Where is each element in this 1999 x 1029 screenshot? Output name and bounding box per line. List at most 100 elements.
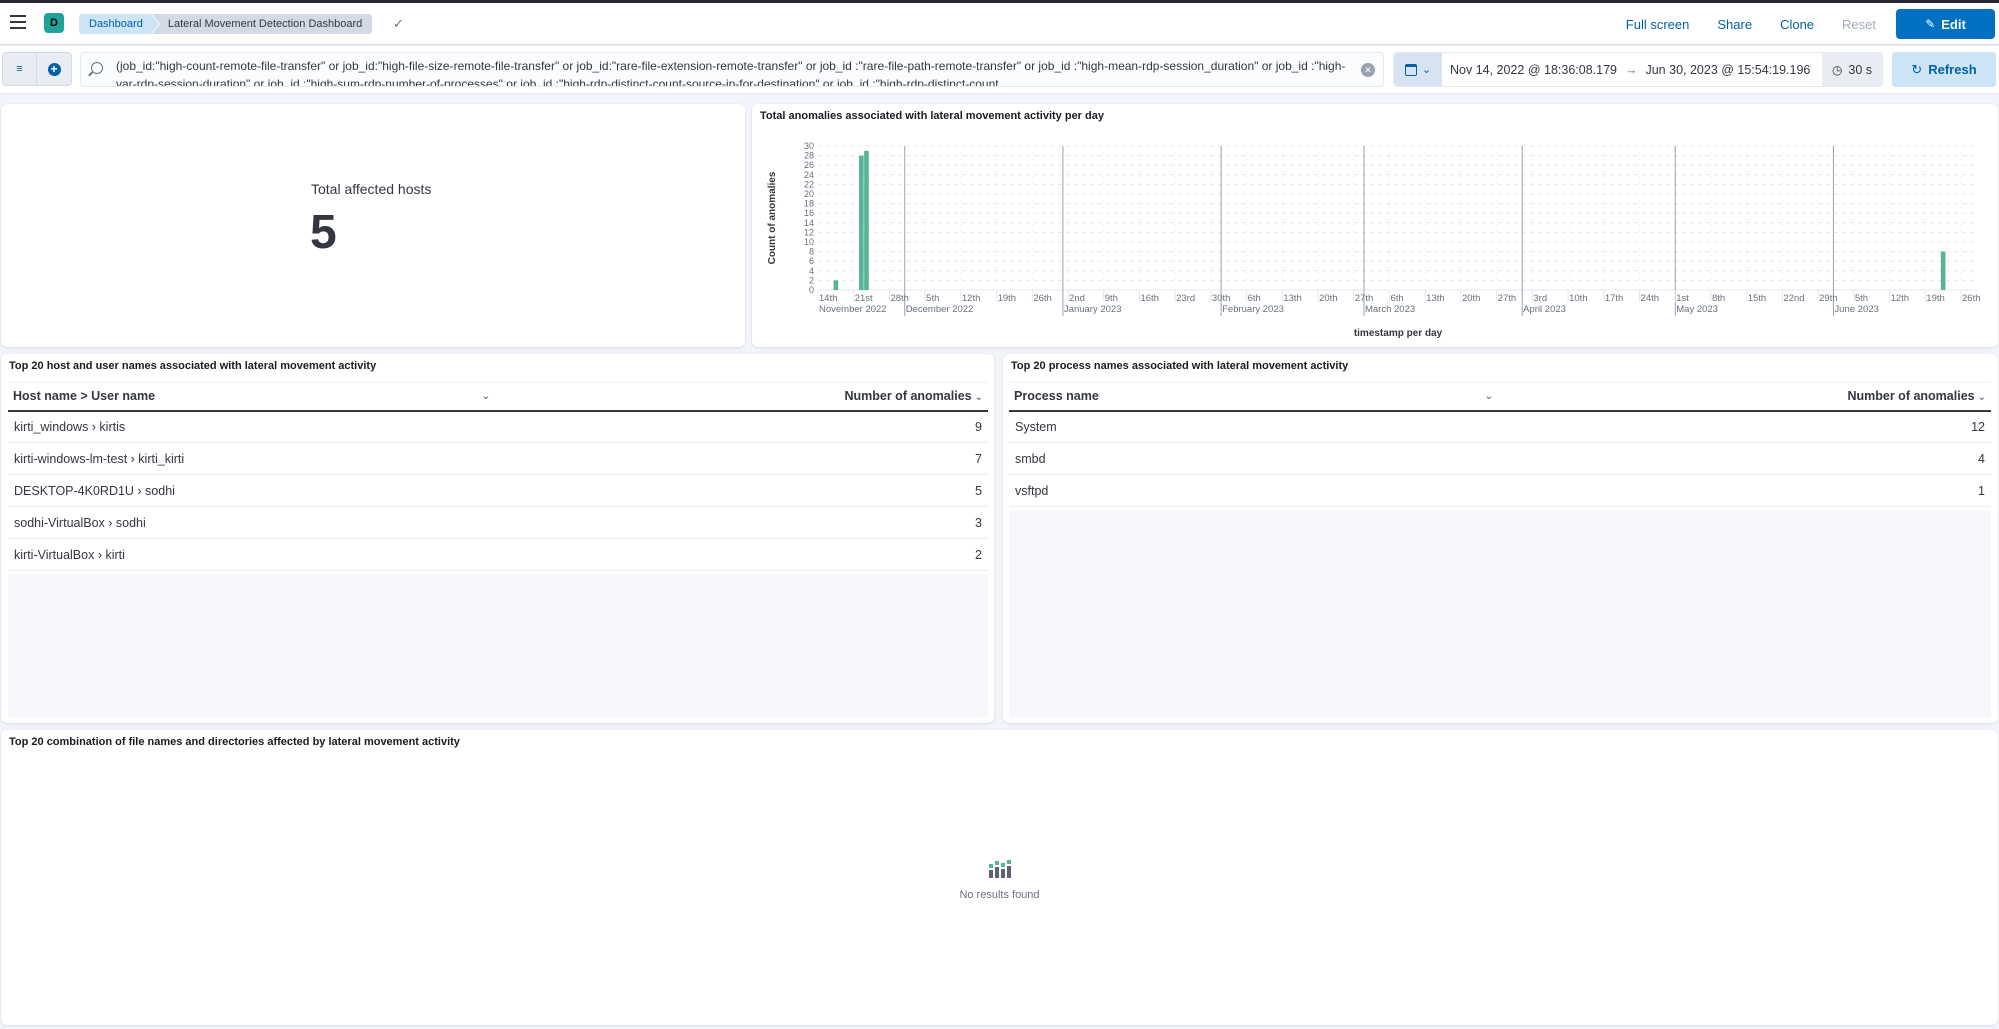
end-date[interactable]: Jun 30, 2023 @ 15:54:19.196: [1645, 63, 1810, 77]
x-tick-label: 20th: [1462, 293, 1481, 304]
bar: [833, 280, 839, 290]
clone-button[interactable]: Clone: [1780, 17, 1814, 32]
x-tick-label: 20th: [1319, 293, 1338, 304]
breadcrumb-current-dashboard: Lateral Movement Detection Dashboard: [151, 14, 373, 34]
x-tick-label: 23rd: [1176, 293, 1195, 304]
host-user-cell: kirti_windows › kirtis: [8, 410, 496, 443]
anomaly-count-cell: 9: [496, 410, 988, 443]
table-row: kirti-windows-lm-test › kirti_kirti 7: [8, 442, 988, 475]
x-tick-label: 28th: [890, 293, 909, 304]
hosts-table-empty-area: [8, 574, 988, 717]
column-header-anomalies[interactable]: Number of anomalies ⌄: [496, 382, 988, 412]
x-tick-label: 27th: [1355, 293, 1374, 304]
chevron-down-icon: ⌄: [1421, 64, 1432, 76]
share-button[interactable]: Share: [1717, 17, 1752, 32]
add-filter-button[interactable]: +: [37, 53, 71, 85]
host-user-cell: DESKTOP-4K0RD1U › sodhi: [8, 474, 496, 507]
x-tick-label: 14th: [819, 293, 838, 304]
y-tick-label: 20: [804, 189, 814, 199]
chevron-down-icon[interactable]: ⌄: [482, 391, 490, 402]
chevron-down-icon: ⌄: [1977, 392, 1986, 404]
x-tick-label: 13th: [1283, 293, 1302, 304]
empty-chart-icon: [988, 860, 1011, 878]
hosts-table-panel: Top 20 host and user names associated wi…: [1, 354, 994, 723]
space-avatar[interactable]: D: [44, 13, 64, 33]
column-header-anomalies[interactable]: Number of anomalies ⌄: [1499, 382, 1991, 412]
pencil-icon: ✎: [1925, 17, 1936, 31]
x-tick-label: 6th: [1248, 293, 1261, 304]
x-tick-label: 22nd: [1783, 293, 1804, 304]
query-input[interactable]: (job_id:"high-count-remote-file-transfer…: [80, 52, 1384, 87]
host-user-cell: kirti-VirtualBox › kirti: [8, 538, 496, 571]
x-tick-label: 17th: [1605, 293, 1624, 304]
reset-button[interactable]: Reset: [1842, 17, 1876, 32]
anomaly-count-cell: 1: [1499, 474, 1991, 507]
auto-refresh-button[interactable]: ◷ 30 s: [1822, 53, 1882, 86]
month-label: December 2022: [906, 304, 974, 315]
y-axis-title: Count of anomalies: [767, 171, 778, 264]
start-date[interactable]: Nov 14, 2022 @ 18:36:08.179: [1450, 63, 1617, 77]
metric-value: 5: [310, 206, 337, 259]
process-table: Process name ⌄ Number of anomalies ⌄ Syst…: [1009, 382, 1991, 507]
refresh-icon: ↻: [1911, 61, 1923, 77]
column-header-host-user[interactable]: Host name > User name ⌄: [8, 382, 496, 412]
clear-query-icon[interactable]: ✕: [1361, 63, 1375, 77]
y-tick-label: 16: [804, 208, 814, 218]
refresh-interval-icon: ◷: [1831, 62, 1843, 77]
hosts-table: Host name > User name ⌄ Number of anomal…: [8, 382, 988, 571]
x-tick-label: 2nd: [1069, 293, 1085, 304]
anomaly-count-cell: 12: [1499, 410, 1991, 443]
x-tick-label: 3rd: [1533, 293, 1547, 304]
x-tick-label: 12th: [1891, 293, 1910, 304]
column-header-label: Number of anomalies: [844, 389, 972, 404]
y-tick-label: 8: [809, 247, 814, 257]
table-header-row: Host name > User name ⌄ Number of anomal…: [8, 382, 988, 412]
chevron-down-icon[interactable]: ⌄: [1485, 391, 1493, 402]
search-icon: [91, 62, 103, 74]
chevron-down-icon: ⌄: [974, 392, 983, 404]
check-icon: ✓: [393, 16, 404, 31]
x-tick-label: 1st: [1676, 293, 1689, 304]
bar: [859, 155, 864, 290]
menu-icon[interactable]: [10, 15, 26, 29]
anomaly-count-cell: 7: [496, 442, 988, 475]
x-tick-label: 29th: [1819, 293, 1838, 304]
host-user-cell: sodhi-VirtualBox › sodhi: [8, 506, 496, 539]
month-label: February 2023: [1222, 304, 1284, 315]
x-tick-label: 21st: [855, 293, 873, 304]
process-name-cell: smbd: [1009, 442, 1499, 475]
x-tick-label: 16th: [1140, 293, 1159, 304]
y-tick-label: 0: [809, 285, 814, 295]
anomaly-count-cell: 5: [496, 474, 988, 507]
y-tick-label: 10: [804, 237, 814, 247]
edit-button[interactable]: ✎ Edit: [1896, 9, 1995, 39]
x-tick-label: 30th: [1212, 293, 1231, 304]
plus-icon: +: [47, 62, 61, 76]
column-header-label: Host name > User name: [13, 389, 156, 404]
edit-label: Edit: [1941, 16, 1966, 32]
anomaly-count-cell: 3: [496, 506, 988, 539]
process-table-title: Top 20 process names associated with lat…: [1011, 360, 1349, 372]
query-text[interactable]: (job_id:"high-count-remote-file-transfer…: [116, 57, 1346, 86]
x-tick-label: 5th: [926, 293, 939, 304]
bar: [1940, 251, 1946, 290]
filter-icon: ≡: [16, 63, 23, 75]
anomalies-bar-chart: 024681012141618202224262830November 2022…: [767, 141, 1981, 339]
x-tick-label: 8th: [1712, 293, 1725, 304]
header-actions: Full screen Share Clone Reset ✎ Edit: [1626, 3, 1999, 45]
calendar-icon: [1404, 63, 1417, 76]
column-header-process-name[interactable]: Process name ⌄: [1009, 382, 1499, 412]
breadcrumb-dashboard[interactable]: Dashboard: [79, 14, 159, 34]
refresh-button[interactable]: ↻ Refresh: [1892, 52, 1996, 87]
process-table-empty-area: [1009, 510, 1991, 717]
filter-menu-button[interactable]: ≡: [3, 53, 37, 85]
quick-date-menu-button[interactable]: ⌄: [1394, 53, 1442, 86]
host-user-cell: kirti-windows-lm-test › kirti_kirti: [8, 442, 496, 475]
full-screen-button[interactable]: Full screen: [1626, 17, 1690, 32]
hosts-table-title: Top 20 host and user names associated wi…: [9, 360, 377, 372]
y-tick-label: 6: [809, 256, 814, 266]
metric-label: Total affected hosts: [311, 181, 432, 197]
breadcrumb: Dashboard Lateral Movement Detection Das…: [79, 14, 373, 34]
y-tick-label: 12: [804, 227, 814, 237]
x-tick-label: 13th: [1426, 293, 1445, 304]
